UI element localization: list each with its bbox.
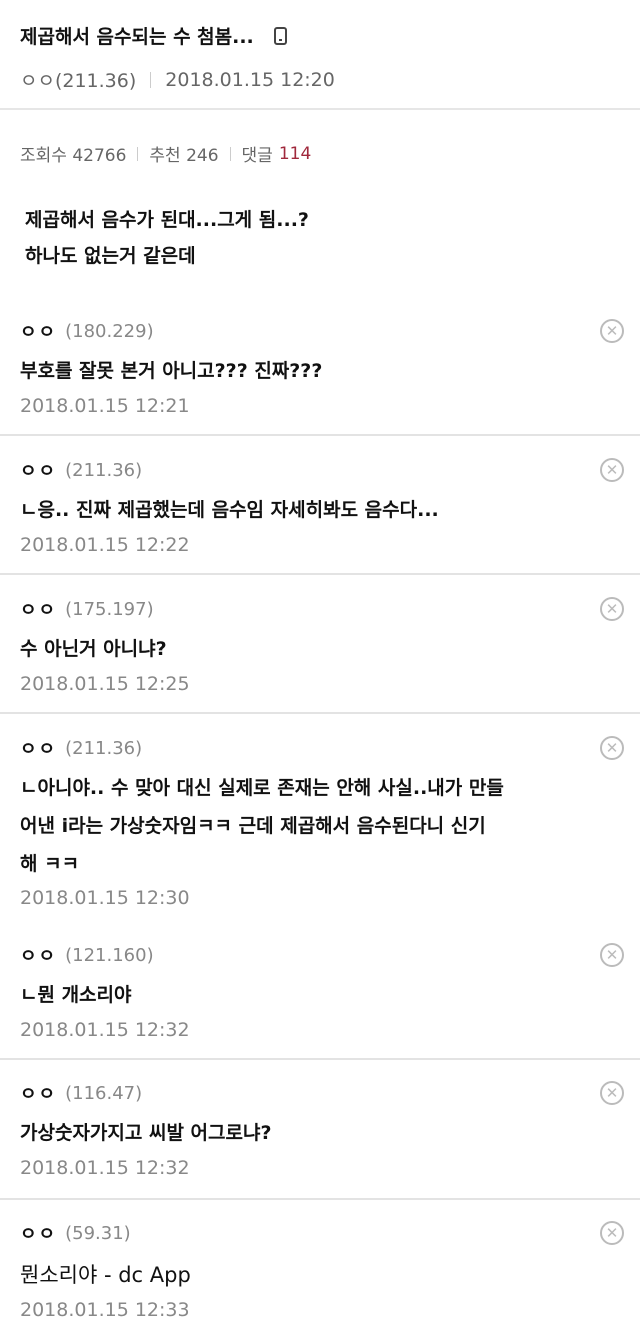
comment-text: 뭔소리야 - dc App	[20, 1256, 600, 1294]
comment-author: ㅇㅇ (59.31)	[20, 1220, 131, 1246]
comment-date: 2018.01.15 12:22	[20, 534, 190, 556]
recommend-count: 추천 246	[149, 146, 219, 166]
comment-item: ㅇㅇ (116.47) ✕ 가상숫자가지고 씨발 어그로냐? 2018.01.1…	[0, 1080, 640, 1200]
comment-line: 가상숫자가지고 씨발 어그로냐?	[20, 1122, 272, 1144]
comment-ip: (116.47)	[65, 1082, 143, 1104]
post-title-text: 제곱해서 음수되는 수 첨봄...	[20, 26, 254, 48]
post-meta: ㅇㅇ(211.36) 2018.01.15 12:20	[20, 66, 335, 93]
post-body: 제곱해서 음수가 된대...그게 됨...? 하나도 없는거 같은데	[25, 202, 309, 274]
comment-text: 수 아닌거 아니냐?	[20, 630, 600, 668]
post-body-line: 하나도 없는거 같은데	[25, 245, 196, 267]
comment-date: 2018.01.15 12:30	[20, 887, 190, 909]
comment-ip: (175.197)	[65, 598, 154, 620]
comment-item: ㅇㅇ (59.31) ✕ 뭔소리야 - dc App 2018.01.15 12…	[0, 1220, 640, 1331]
divider	[150, 71, 152, 88]
comment-ip: (59.31)	[65, 1222, 131, 1244]
comment-date: 2018.01.15 12:25	[20, 673, 190, 695]
comment-ip: (121.160)	[65, 944, 154, 966]
comment-line: 어낸 i라는 가상숫자임ㅋㅋ 근데 제곱해서 음수된다니 신기	[20, 815, 486, 837]
post-datetime: 2018.01.15 12:20	[165, 68, 335, 91]
comment-line: ㄴ뭔 개소리야	[20, 984, 132, 1006]
comment-nickname: ㅇㅇ	[20, 1224, 58, 1245]
comment-date: 2018.01.15 12:21	[20, 395, 190, 417]
divider	[137, 146, 139, 161]
comment-item: ㅇㅇ (211.36) ✕ ㄴ아니야.. 수 맞아 대신 실제로 존재는 안해 …	[0, 735, 640, 925]
comment-nickname: ㅇㅇ	[20, 461, 58, 482]
comment-text: 가상숫자가지고 씨발 어그로냐?	[20, 1114, 600, 1152]
delete-icon[interactable]: ✕	[600, 319, 624, 343]
comment-text: ㄴ뭔 개소리야	[20, 976, 600, 1014]
comment-date: 2018.01.15 12:33	[20, 1299, 190, 1321]
divider	[229, 146, 231, 161]
comment-line: 수 아닌거 아니냐?	[20, 638, 167, 660]
comment-nickname: ㅇㅇ	[20, 946, 58, 967]
comments-count[interactable]: 114	[279, 144, 311, 164]
comment-author: ㅇㅇ (211.36)	[20, 735, 142, 761]
mobile-phone-icon	[273, 26, 287, 45]
comment-ip: (211.36)	[65, 737, 143, 759]
comment-text: 부호를 잘못 본거 아니고??? 진짜???	[20, 352, 600, 390]
comment-author: ㅇㅇ (116.47)	[20, 1080, 142, 1106]
comment-ip: (211.36)	[65, 459, 143, 481]
comment-nickname: ㅇㅇ	[20, 739, 58, 760]
comment-item: ㅇㅇ (180.229) ✕ 부호를 잘못 본거 아니고??? 진짜??? 20…	[0, 318, 640, 436]
comment-text: ㄴ아니야.. 수 맞아 대신 실제로 존재는 안해 사실..내가 만들 어낸 i…	[20, 769, 600, 883]
delete-icon[interactable]: ✕	[600, 943, 624, 967]
comment-ip: (180.229)	[65, 320, 154, 342]
comment-date: 2018.01.15 12:32	[20, 1019, 190, 1041]
comment-nickname: ㅇㅇ	[20, 600, 58, 621]
post-stats: 조회수 42766 추천 246 댓글 114	[20, 141, 311, 167]
comment-nickname: ㅇㅇ	[20, 322, 58, 343]
comment-item: ㅇㅇ (121.160) ✕ ㄴ뭔 개소리야 2018.01.15 12:32	[0, 942, 640, 1060]
comment-author: ㅇㅇ (121.160)	[20, 942, 154, 968]
comment-line: ㄴ응.. 진짜 제곱했는데 음수임 자세히봐도 음수다...	[20, 499, 439, 521]
comment-author: ㅇㅇ (211.36)	[20, 457, 142, 483]
comment-line: ㄴ아니야.. 수 맞아 대신 실제로 존재는 안해 사실..내가 만들	[20, 777, 504, 799]
views-count: 조회수 42766	[20, 146, 127, 166]
delete-icon[interactable]: ✕	[600, 1221, 624, 1245]
comment-item: ㅇㅇ (211.36) ✕ ㄴ응.. 진짜 제곱했는데 음수임 자세히봐도 음수…	[0, 457, 640, 575]
comment-text: ㄴ응.. 진짜 제곱했는데 음수임 자세히봐도 음수다...	[20, 491, 600, 529]
delete-icon[interactable]: ✕	[600, 458, 624, 482]
delete-icon[interactable]: ✕	[600, 736, 624, 760]
comment-line: 부호를 잘못 본거 아니고??? 진짜???	[20, 360, 323, 382]
comment-item: ㅇㅇ (175.197) ✕ 수 아닌거 아니냐? 2018.01.15 12:…	[0, 596, 640, 714]
comment-date: 2018.01.15 12:32	[20, 1157, 190, 1179]
post-author: ㅇㅇ(211.36)	[20, 70, 137, 92]
comments-label: 댓글	[241, 146, 273, 166]
post-header: 제곱해서 음수되는 수 첨봄... ㅇㅇ(211.36) 2018.01.15 …	[0, 0, 640, 110]
comment-line: 해 ㅋㅋ	[20, 853, 80, 875]
delete-icon[interactable]: ✕	[600, 597, 624, 621]
comment-author: ㅇㅇ (180.229)	[20, 318, 154, 344]
comment-nickname: ㅇㅇ	[20, 1084, 58, 1105]
post-body-line: 제곱해서 음수가 된대...그게 됨...?	[25, 209, 309, 231]
post-title[interactable]: 제곱해서 음수되는 수 첨봄...	[20, 22, 287, 49]
comment-line: 뭔소리야 - dc App	[20, 1263, 191, 1287]
delete-icon[interactable]: ✕	[600, 1081, 624, 1105]
comment-author: ㅇㅇ (175.197)	[20, 596, 154, 622]
